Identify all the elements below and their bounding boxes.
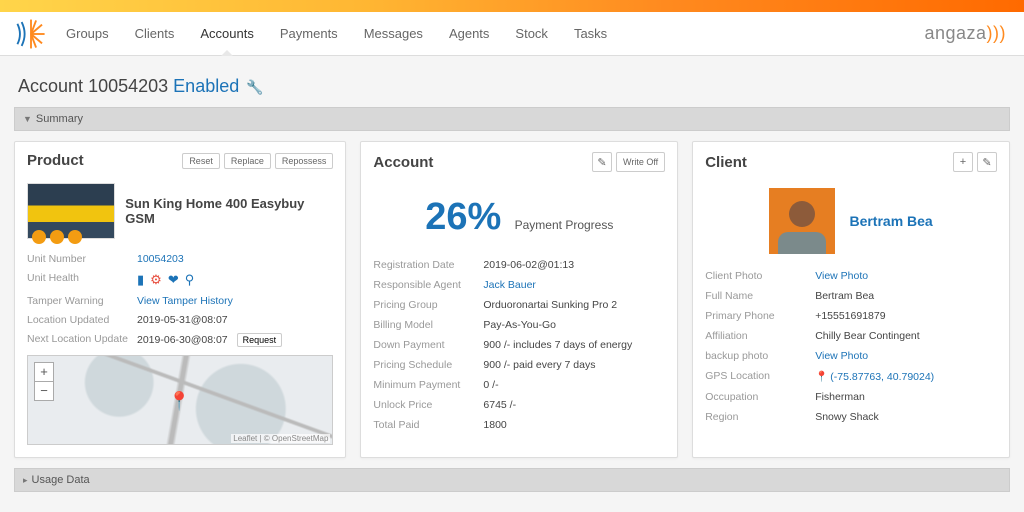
usage-data-section-toggle[interactable]: ▸ Usage Data <box>14 468 1010 492</box>
pencil-icon: ✎ <box>982 156 991 169</box>
product-image <box>27 183 115 239</box>
nav-clients[interactable]: Clients <box>131 12 179 55</box>
client-avatar <box>769 188 835 254</box>
app-logo-icon <box>14 17 48 51</box>
nav-payments[interactable]: Payments <box>276 12 342 55</box>
gps-location-link[interactable]: 📍(-75.87763, 40.79024) <box>815 370 997 383</box>
nav-agents[interactable]: Agents <box>445 12 493 55</box>
battery-icon: ▮ <box>137 272 144 288</box>
client-card-title: Client <box>705 154 747 171</box>
client-name-link[interactable]: Bertram Bea <box>849 213 932 229</box>
nav-groups[interactable]: Groups <box>62 12 113 55</box>
gear-icon: ⚙ <box>150 272 162 288</box>
brand-gradient-bar <box>0 0 1024 12</box>
agent-link[interactable]: Jack Bauer <box>483 279 665 291</box>
nav-tasks[interactable]: Tasks <box>570 12 611 55</box>
nav-stock[interactable]: Stock <box>511 12 552 55</box>
account-status: Enabled <box>173 76 239 96</box>
edit-client-button[interactable]: ✎ <box>977 152 997 172</box>
nav-accounts[interactable]: Accounts <box>196 12 257 55</box>
caret-right-icon: ▸ <box>23 475 28 486</box>
account-card: Account ✎ Write Off 26% Payment Progress… <box>360 141 678 458</box>
view-client-photo-link[interactable]: View Photo <box>815 270 997 282</box>
unit-number-link[interactable]: 10054203 <box>137 253 333 265</box>
tamper-history-link[interactable]: View Tamper History <box>137 295 333 307</box>
location-pin-icon: 📍 <box>815 371 828 383</box>
product-name: Sun King Home 400 Easybuy GSM <box>125 196 333 226</box>
nav-messages[interactable]: Messages <box>360 12 427 55</box>
map-attribution: Leaflet | © OpenStreetMap <box>231 434 330 443</box>
summary-section-toggle[interactable]: ▼ Summary <box>14 107 1010 131</box>
map-pin-icon: 📍 <box>168 391 190 412</box>
zoom-out-button[interactable]: − <box>35 382 53 400</box>
pencil-icon: ✎ <box>597 156 606 169</box>
main-nav: Groups Clients Accounts Payments Message… <box>62 12 611 55</box>
view-backup-photo-link[interactable]: View Photo <box>815 350 997 362</box>
product-card: Product Reset Replace Repossess Sun King… <box>14 141 346 458</box>
wifi-icon: ⚲ <box>185 272 195 288</box>
payment-progress-percent: 26% <box>425 196 501 239</box>
map-zoom-controls: + − <box>34 362 54 401</box>
navbar: Groups Clients Accounts Payments Message… <box>0 12 1024 56</box>
unit-health-icons: ▮ ⚙ ❤ ⚲ <box>137 272 333 288</box>
brand-wordmark: angaza))) <box>924 23 1006 44</box>
location-map[interactable]: + − 📍 Leaflet | © OpenStreetMap <box>27 355 333 445</box>
plus-icon: + <box>960 156 966 168</box>
zoom-in-button[interactable]: + <box>35 363 53 382</box>
client-card: Client + ✎ Bertram Bea Client PhotoView … <box>692 141 1010 458</box>
replace-button[interactable]: Replace <box>224 153 271 169</box>
caret-down-icon: ▼ <box>23 114 32 124</box>
product-card-title: Product <box>27 152 84 169</box>
heart-icon: ❤ <box>168 272 179 288</box>
writeoff-button[interactable]: Write Off <box>616 152 665 172</box>
page-title: Account 10054203 Enabled 🔧 <box>18 76 1006 97</box>
request-location-button[interactable]: Request <box>237 333 283 347</box>
edit-account-button[interactable]: ✎ <box>592 152 612 172</box>
account-card-title: Account <box>373 154 433 171</box>
add-client-button[interactable]: + <box>953 152 973 172</box>
wrench-icon[interactable]: 🔧 <box>246 79 263 95</box>
reset-button[interactable]: Reset <box>182 153 220 169</box>
payment-progress-label: Payment Progress <box>515 218 614 232</box>
repossess-button[interactable]: Repossess <box>275 153 334 169</box>
